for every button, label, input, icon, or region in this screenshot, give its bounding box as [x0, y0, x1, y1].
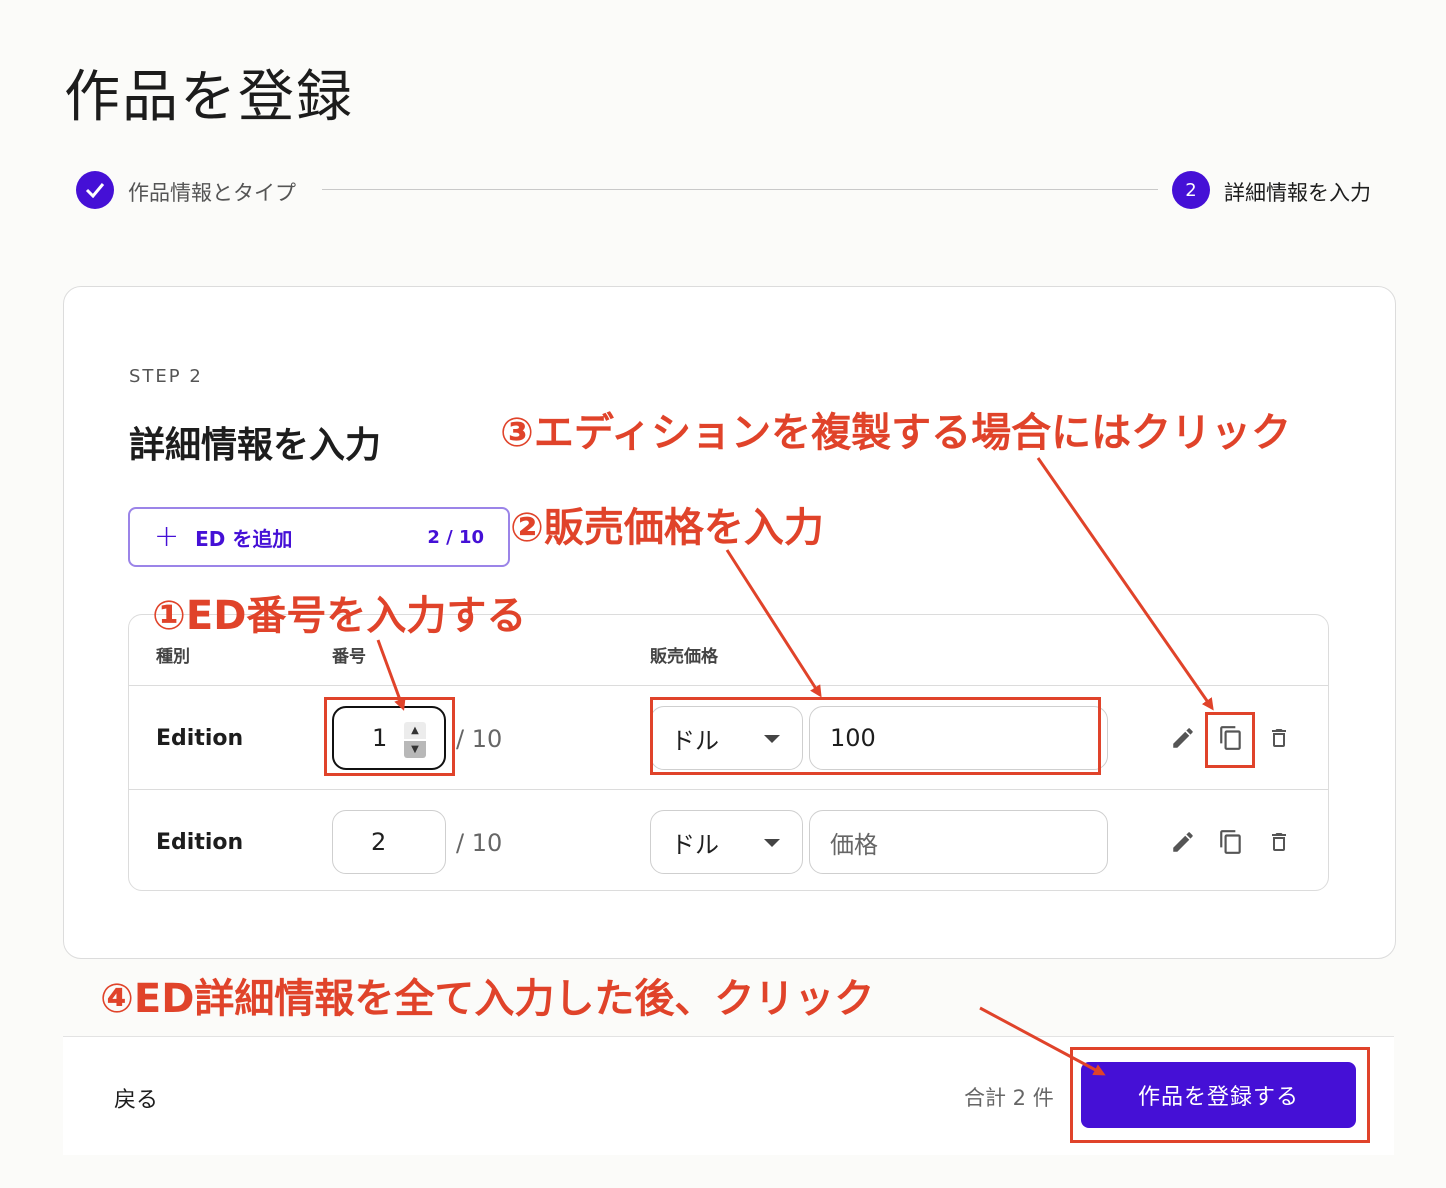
- arrow-2: [725, 549, 822, 698]
- arrow-4: [979, 1006, 1106, 1076]
- arrow-1: [376, 639, 406, 711]
- arrow-3: [1036, 457, 1214, 711]
- annotation-arrows: [376, 457, 1214, 1076]
